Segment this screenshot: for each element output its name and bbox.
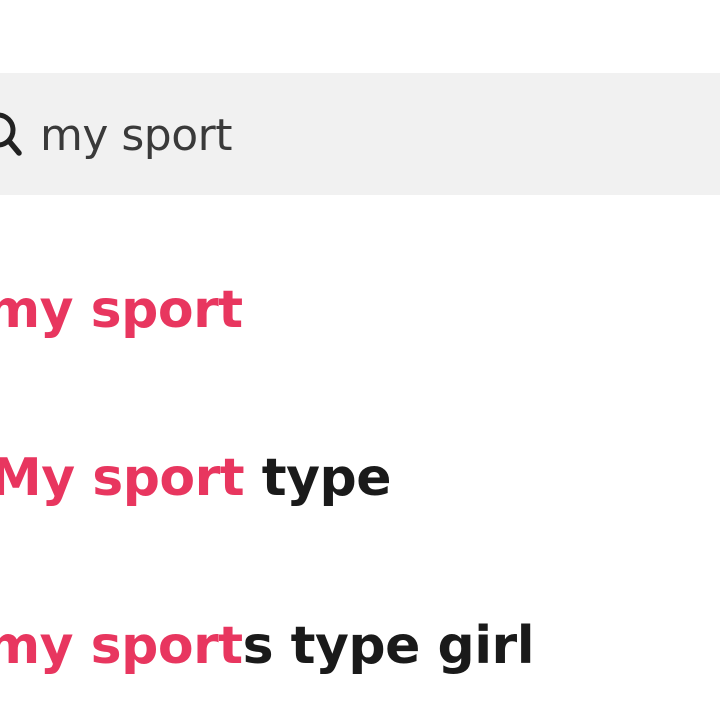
suggestion-item[interactable]: My sport type: [0, 438, 710, 518]
search-input[interactable]: my sport: [40, 108, 233, 164]
search-screen: my sport my sport My sport type my sport…: [0, 0, 720, 720]
search-icon: [0, 112, 22, 156]
suggestion-match-text: my sport: [0, 280, 243, 340]
suggestion-match-text: My sport: [0, 448, 245, 508]
suggestion-rest-text: s type girl: [242, 616, 535, 676]
suggestion-rest-text: type: [244, 448, 392, 508]
suggestion-item[interactable]: my sports type girl: [0, 606, 706, 686]
suggestion-match-text: my sport: [0, 616, 243, 676]
suggestion-item[interactable]: my sport: [0, 270, 706, 350]
